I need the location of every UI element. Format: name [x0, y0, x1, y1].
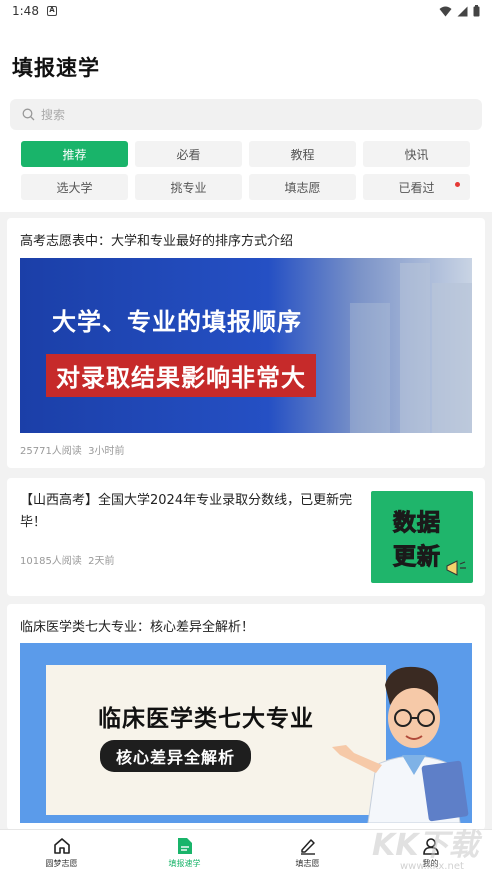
- tab-choose-university[interactable]: 选大学: [21, 174, 128, 200]
- megaphone-icon: [446, 560, 466, 576]
- banner-subheadline: 对录取结果影响非常大: [46, 354, 316, 397]
- article-card[interactable]: 临床医学类七大专业：核心差异全解析！ 临床医学类七大专业 核心差异全解析: [7, 604, 485, 830]
- tab-label: 选大学: [56, 180, 93, 195]
- nav-label: 填志愿: [295, 859, 320, 868]
- watermark-logo: KK下载: [372, 828, 479, 863]
- nav-item-learn[interactable]: 填报速学: [123, 830, 246, 876]
- article-meta: 10185人阅读 2天前: [20, 552, 115, 567]
- tab-label: 推荐: [62, 147, 87, 162]
- tab-label: 必看: [176, 147, 201, 162]
- article-title: 高考志愿表中：大学和专业最好的排序方式介绍: [20, 234, 294, 249]
- signal-icon: [457, 6, 468, 16]
- tab-label: 教程: [290, 147, 315, 162]
- article-card[interactable]: 高考志愿表中：大学和专业最好的排序方式介绍 大学、专业的填报顺序 对录取结果影响…: [7, 218, 485, 468]
- tab-label: 填志愿: [284, 180, 321, 195]
- nav-item-fill[interactable]: 填志愿: [246, 830, 369, 876]
- tab-label: 已看过: [398, 180, 435, 195]
- category-tabs: 推荐 必看 教程 快讯 选大学 挑专业 填志愿 已看过: [21, 141, 471, 200]
- wifi-icon: [439, 6, 452, 16]
- search-bar[interactable]: [10, 99, 482, 130]
- tab-news[interactable]: 快讯: [363, 141, 470, 167]
- doctor-illustration: [332, 666, 469, 823]
- read-count: 10185人阅读: [20, 556, 82, 567]
- thumbnail-text: 更新: [393, 544, 441, 571]
- search-input[interactable]: [41, 107, 441, 122]
- search-icon: [22, 108, 35, 121]
- status-time: 1:48: [12, 4, 39, 18]
- nav-label: 填报速学: [168, 859, 201, 868]
- status-icons: [439, 5, 480, 17]
- watermark-url: www.kkx.net: [400, 861, 464, 872]
- unread-dot: [455, 182, 460, 187]
- thumbnail-text: 数据: [393, 510, 441, 537]
- article-title: 【山西高考】全国大学2024年专业录取分数线，已更新完毕！: [20, 493, 353, 530]
- banner-subheadline: 核心差异全解析: [100, 740, 252, 772]
- tab-viewed[interactable]: 已看过: [363, 174, 470, 200]
- article-banner-image: 临床医学类七大专业 核心差异全解析: [20, 643, 472, 823]
- nav-label: 圆梦志愿: [45, 859, 78, 868]
- tab-recommended[interactable]: 推荐: [21, 141, 128, 167]
- post-time: 2天前: [88, 556, 115, 567]
- tab-choose-major[interactable]: 挑专业: [135, 174, 242, 200]
- page-title: 填报速学: [12, 56, 100, 80]
- banner-headline: 大学、专业的填报顺序: [52, 308, 302, 336]
- article-card[interactable]: 【山西高考】全国大学2024年专业录取分数线，已更新完毕！ 10185人阅读 2…: [7, 478, 485, 596]
- battery-icon: [473, 5, 480, 17]
- tab-label: 快讯: [404, 147, 429, 162]
- article-meta: 25771人阅读 3小时前: [20, 442, 125, 457]
- home-icon: [53, 838, 70, 854]
- banner-headline: 临床医学类七大专业: [98, 706, 314, 732]
- tab-must-read[interactable]: 必看: [135, 141, 242, 167]
- post-time: 3小时前: [88, 446, 125, 457]
- article-title: 临床医学类七大专业：核心差异全解析！: [20, 620, 255, 635]
- tab-label: 挑专业: [170, 180, 207, 195]
- tab-tutorial[interactable]: 教程: [249, 141, 356, 167]
- document-icon: [177, 838, 192, 854]
- nav-item-home[interactable]: 圆梦志愿: [0, 830, 123, 876]
- read-count: 25771人阅读: [20, 446, 82, 457]
- tab-fill-application[interactable]: 填志愿: [249, 174, 356, 200]
- article-thumbnail: 数据 更新: [371, 491, 473, 583]
- status-bar: 1:48 A: [0, 0, 492, 22]
- notification-icon: A: [46, 6, 57, 16]
- pencil-icon: [300, 839, 315, 855]
- article-banner-image: 大学、专业的填报顺序 对录取结果影响非常大: [20, 258, 472, 433]
